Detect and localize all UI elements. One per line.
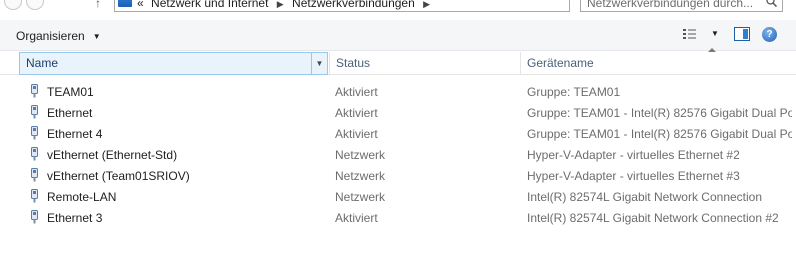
connection-status: Aktiviert <box>335 127 378 141</box>
list-item[interactable]: Ethernet 4 Aktiviert Gruppe: TEAM01 - In… <box>0 123 796 144</box>
breadcrumb-overflow[interactable]: « <box>137 0 144 10</box>
connection-status: Netzwerk <box>335 169 386 183</box>
list-item[interactable]: Ethernet Aktiviert Gruppe: TEAM01 - Inte… <box>0 102 796 123</box>
organize-button[interactable]: Organisieren ▼ <box>16 27 101 45</box>
connection-status: Netzwerk <box>335 148 386 162</box>
network-adapter-icon <box>31 84 38 98</box>
network-adapter-icon <box>31 105 38 119</box>
connection-list: TEAM01 Aktiviert Gruppe: TEAM01 Ethernet… <box>0 81 796 228</box>
list-item[interactable]: vEthernet (Ethernet-Std) Netzwerk Hyper-… <box>0 144 796 165</box>
connection-name: TEAM01 <box>47 85 94 99</box>
column-header-device[interactable]: Gerätename <box>520 52 796 75</box>
connection-device: Gruppe: TEAM01 - Intel(R) 82576 Gigabit … <box>527 127 792 141</box>
connection-device: Intel(R) 82574L Gigabit Network Connecti… <box>527 190 763 204</box>
breadcrumb-separator-icon[interactable]: ▶ <box>423 0 430 9</box>
column-header-device-label: Gerätename <box>527 56 594 70</box>
column-filter-chevron-icon[interactable]: ▼ <box>311 53 327 74</box>
list-item[interactable]: Ethernet 3 Aktiviert Intel(R) 82574L Gig… <box>0 207 796 228</box>
connection-status: Aktiviert <box>335 85 378 99</box>
connection-device: Intel(R) 82574L Gigabit Network Connecti… <box>527 211 779 225</box>
connection-name: vEthernet (Team01SRIOV) <box>47 169 190 183</box>
organize-label: Organisieren <box>16 29 85 43</box>
connection-name: vEthernet (Ethernet-Std) <box>47 148 178 162</box>
network-adapter-icon <box>31 126 38 140</box>
breadcrumb: « Netzwerk und Internet ▶ Netzwerkverbin… <box>137 0 435 10</box>
views-chevron-down-icon[interactable]: ▼ <box>711 29 719 38</box>
connection-device: Hyper-V-Adapter - virtuelles Ethernet #2 <box>527 148 740 162</box>
search-input[interactable]: Netzwerkverbindungen durch... <box>580 0 783 12</box>
connection-status: Aktiviert <box>335 106 378 120</box>
back-button[interactable] <box>4 0 22 10</box>
search-placeholder: Netzwerkverbindungen durch... <box>587 0 754 10</box>
column-header-status-label: Status <box>336 56 371 70</box>
connection-name: Remote-LAN <box>47 190 117 204</box>
connection-device: Gruppe: TEAM01 <box>527 85 621 99</box>
details-view-icon[interactable] <box>682 27 698 41</box>
network-adapter-icon <box>31 210 38 224</box>
column-header-row: Name ▼ Status Gerätename <box>0 52 796 75</box>
connection-name: Ethernet 4 <box>47 127 103 141</box>
connection-name: Ethernet <box>47 106 93 120</box>
column-header-name[interactable]: Name ▼ <box>19 52 328 75</box>
list-item[interactable]: Remote-LAN Netzwerk Intel(R) 82574L Giga… <box>0 186 796 207</box>
connection-device: Hyper-V-Adapter - virtuelles Ethernet #3 <box>527 169 740 183</box>
list-item[interactable]: vEthernet (Team01SRIOV) Netzwerk Hyper-V… <box>0 165 796 186</box>
search-icon <box>766 0 777 7</box>
column-header-name-label: Name <box>26 56 59 70</box>
command-bar: Organisieren ▼ ▼ ? <box>0 20 796 51</box>
list-item[interactable]: TEAM01 Aktiviert Gruppe: TEAM01 <box>0 81 796 102</box>
chevron-down-icon: ▼ <box>92 31 101 41</box>
preview-pane-icon[interactable] <box>734 27 750 41</box>
network-adapter-icon <box>31 189 38 203</box>
network-adapter-icon <box>31 168 38 182</box>
up-arrow-icon[interactable]: ↑ <box>95 0 101 9</box>
connection-status: Aktiviert <box>335 211 378 225</box>
column-header-status[interactable]: Status <box>329 52 519 75</box>
connection-name: Ethernet 3 <box>47 211 103 225</box>
help-icon[interactable]: ? <box>762 27 777 42</box>
breadcrumb-network-internet[interactable]: Netzwerk und Internet <box>151 0 268 10</box>
connection-device: Gruppe: TEAM01 - Intel(R) 82576 Gigabit … <box>527 106 792 120</box>
network-adapter-icon <box>31 147 38 161</box>
breadcrumb-network-connections[interactable]: Netzwerkverbindungen <box>292 0 415 10</box>
forward-button[interactable] <box>26 0 44 10</box>
connection-status: Netzwerk <box>335 190 386 204</box>
control-panel-icon <box>118 0 132 7</box>
breadcrumb-separator-icon[interactable]: ▶ <box>277 0 284 9</box>
address-field[interactable]: « Netzwerk und Internet ▶ Netzwerkverbin… <box>114 0 672 12</box>
address-bar-strip: ↑ « Netzwerk und Internet ▶ Netzwerkverb… <box>0 0 796 16</box>
